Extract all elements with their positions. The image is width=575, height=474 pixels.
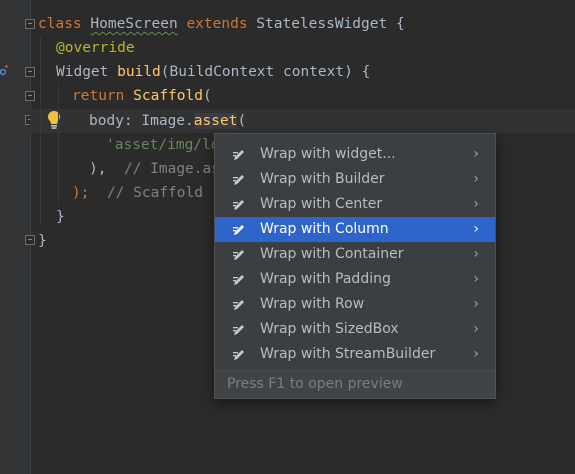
menu-item-label: Wrap with SizedBox (260, 321, 399, 337)
edit-icon (233, 175, 244, 185)
menu-item-wrap-padding[interactable]: Wrap with Padding › (215, 267, 495, 292)
asset-path-string: 'asset/img/lo (106, 137, 220, 153)
chevron-right-icon: › (473, 221, 479, 237)
keyword-class: class (38, 16, 82, 32)
chevron-right-icon: › (473, 246, 479, 262)
menu-item-label: Wrap with Builder (260, 171, 385, 187)
chevron-right-icon: › (473, 296, 479, 312)
keyword-return: return (72, 88, 125, 104)
chevron-right-icon: › (473, 346, 479, 362)
method-build: build (117, 64, 161, 80)
edit-icon (233, 300, 244, 310)
menu-item-label: Wrap with StreamBuilder (260, 346, 436, 362)
code-line-4: return Scaffold( (72, 88, 212, 104)
menu-item-wrap-center[interactable]: Wrap with Center › (215, 192, 495, 217)
class-name: HomeScreen (90, 16, 178, 32)
menu-item-label: Wrap with Padding (260, 271, 391, 287)
menu-item-label: Wrap with widget... (260, 146, 396, 162)
image-class: Image. (141, 113, 194, 129)
code-line-10: } (38, 233, 47, 249)
menu-item-label: Wrap with Container (260, 246, 404, 262)
fold-toggle-class-end[interactable] (25, 235, 35, 245)
annotation-override: @override (56, 40, 135, 56)
menu-item-wrap-row[interactable]: Wrap with Row › (215, 292, 495, 317)
edit-icon (233, 200, 244, 210)
menu-item-label: Wrap with Column (260, 221, 389, 237)
edit-icon (233, 150, 244, 160)
menu-item-label: Wrap with Row (260, 296, 365, 312)
edit-icon (233, 350, 244, 360)
fold-toggle-scaffold[interactable] (25, 91, 35, 101)
indent-guide (58, 84, 59, 204)
menu-item-wrap-builder[interactable]: Wrap with Builder › (215, 167, 495, 192)
edit-icon (233, 250, 244, 260)
override-marker-icon[interactable] (0, 64, 8, 80)
chevron-right-icon: › (473, 271, 479, 287)
code-line-6: 'asset/img/lo (106, 133, 220, 157)
code-line-7: ), // Image.as (89, 161, 220, 177)
menu-item-wrap-streambuilder[interactable]: Wrap with StreamBuilder › (215, 342, 495, 367)
menu-item-label: Wrap with Center (260, 196, 383, 212)
indent-guide (40, 36, 41, 226)
code-line-5: body: Image.asset( (89, 113, 247, 129)
asset-method: asset (193, 113, 238, 129)
menu-item-wrap-sizedbox[interactable]: Wrap with SizedBox › (215, 317, 495, 342)
popup-footer: Press F1 to open preview (215, 370, 495, 398)
fold-toggle-build[interactable] (25, 67, 35, 77)
code-line-8: ); // Scaffold (72, 185, 203, 201)
parent-class: StatelessWidget (256, 16, 388, 32)
chevron-right-icon: › (473, 321, 479, 337)
code-line-9: } (56, 209, 65, 225)
menu-item-wrap-widget[interactable]: Wrap with widget... › (215, 142, 495, 167)
keyword-extends: extends (186, 16, 248, 32)
edit-icon (233, 225, 244, 235)
code-line-1: class HomeScreen extends StatelessWidget… (38, 16, 405, 32)
menu-item-wrap-container[interactable]: Wrap with Container › (215, 242, 495, 267)
chevron-right-icon: › (473, 146, 479, 162)
edit-icon (233, 275, 244, 285)
comment-scaffold: // Scaffold (106, 185, 203, 201)
code-line-2: @override (56, 36, 135, 60)
chevron-right-icon: › (473, 171, 479, 187)
fold-toggle-class[interactable] (25, 19, 35, 29)
preview-hint: Press F1 to open preview (227, 376, 403, 392)
chevron-right-icon: › (473, 196, 479, 212)
code-line-3: Widget build(BuildContext context) { (56, 64, 371, 80)
return-type: Widget (56, 64, 109, 80)
menu-item-wrap-column[interactable]: Wrap with Column › (215, 217, 495, 242)
comment-image-asset: // Image.as (123, 161, 220, 177)
edit-icon (233, 325, 244, 335)
intention-actions-popup: Wrap with widget... › Wrap with Builder … (214, 133, 496, 399)
body-property: body: (89, 113, 142, 129)
scaffold-call: Scaffold (133, 88, 203, 104)
